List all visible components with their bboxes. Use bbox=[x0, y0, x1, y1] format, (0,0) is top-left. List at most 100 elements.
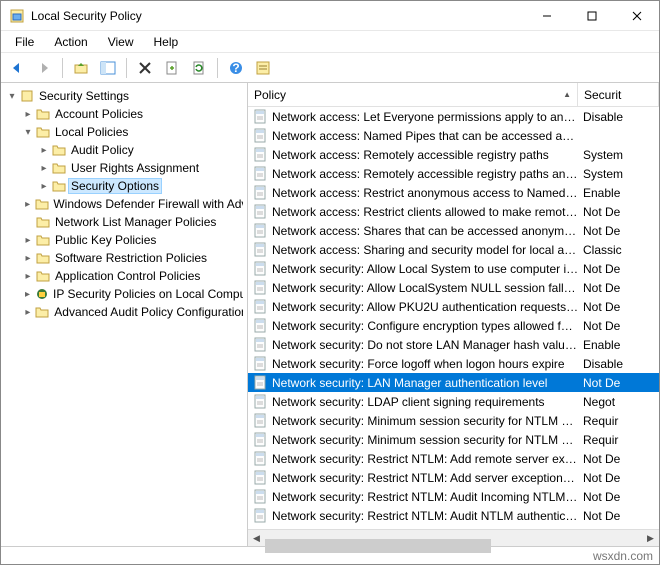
tree-label: Public Key Policies bbox=[55, 233, 156, 247]
policy-row[interactable]: Network security: Allow Local System to … bbox=[248, 259, 659, 278]
policy-setting: Not De bbox=[579, 490, 659, 504]
policy-row[interactable]: Network security: Allow PKU2U authentica… bbox=[248, 297, 659, 316]
policy-row[interactable]: Network security: Restrict NTLM: Audit N… bbox=[248, 506, 659, 525]
policy-row[interactable]: Network access: Restrict clients allowed… bbox=[248, 202, 659, 221]
menu-action[interactable]: Action bbox=[44, 33, 97, 51]
policy-row[interactable]: Network access: Let Everyone permissions… bbox=[248, 107, 659, 126]
expand-icon[interactable]: ▸ bbox=[37, 181, 51, 192]
tree-item[interactable]: ▾ Local Policies bbox=[5, 123, 247, 141]
policy-row[interactable]: Network security: Configure encryption t… bbox=[248, 316, 659, 335]
policy-name: Network access: Restrict clients allowed… bbox=[272, 205, 579, 219]
expand-icon[interactable]: ▸ bbox=[21, 109, 35, 120]
policy-setting: Requir bbox=[579, 433, 659, 447]
folder-icon bbox=[35, 124, 51, 140]
folder-icon bbox=[35, 106, 51, 122]
scroll-left-icon[interactable]: ◀ bbox=[248, 533, 265, 544]
menu-help[interactable]: Help bbox=[144, 33, 189, 51]
maximize-button[interactable] bbox=[569, 1, 614, 30]
tree-item[interactable]: ▸ Audit Policy bbox=[5, 141, 247, 159]
tree-label: Local Policies bbox=[55, 125, 128, 139]
menu-view[interactable]: View bbox=[98, 33, 144, 51]
policy-row[interactable]: Network security: Restrict NTLM: Add rem… bbox=[248, 449, 659, 468]
policy-setting: Not De bbox=[579, 509, 659, 523]
policy-row[interactable]: Network access: Shares that can be acces… bbox=[248, 221, 659, 240]
list-header: Policy▲ Securit bbox=[248, 83, 659, 107]
policy-row[interactable]: Network security: Allow LocalSystem NULL… bbox=[248, 278, 659, 297]
tree-item[interactable]: ▸IP Security Policies on Local Compute bbox=[5, 285, 247, 303]
close-button[interactable] bbox=[614, 1, 659, 30]
policy-row[interactable]: Network security: Minimum session securi… bbox=[248, 411, 659, 430]
policy-name: Network security: Allow Local System to … bbox=[272, 262, 579, 276]
tree-item[interactable]: ▸Network List Manager Policies bbox=[5, 213, 247, 231]
forward-button[interactable] bbox=[32, 56, 56, 80]
refresh-button[interactable] bbox=[187, 56, 211, 80]
navigation-tree[interactable]: ▾ Security Settings ▸Account Policies ▾ Lo… bbox=[1, 83, 248, 546]
tree-item[interactable]: ▸User Rights Assignment bbox=[5, 159, 247, 177]
expand-icon[interactable]: ▸ bbox=[21, 289, 34, 300]
policy-row[interactable]: Network access: Restrict anonymous acces… bbox=[248, 183, 659, 202]
tree-item[interactable]: ▸Windows Defender Firewall with Adva bbox=[5, 195, 247, 213]
expand-icon[interactable]: ▸ bbox=[21, 235, 35, 246]
export-button[interactable] bbox=[160, 56, 184, 80]
list-body[interactable]: Network access: Let Everyone permissions… bbox=[248, 107, 659, 529]
list-horizontal-scrollbar[interactable]: ◀ ▶ bbox=[248, 529, 659, 546]
expand-icon[interactable]: ▸ bbox=[21, 253, 35, 264]
tree-item[interactable]: ▸ Public Key Policies bbox=[5, 231, 247, 249]
tree-item[interactable]: ▸Advanced Audit Policy Configuration bbox=[5, 303, 247, 321]
back-button[interactable] bbox=[5, 56, 29, 80]
folder-icon bbox=[35, 268, 51, 284]
folder-icon bbox=[35, 232, 51, 248]
policy-name: Network access: Shares that can be acces… bbox=[272, 224, 579, 238]
policy-row[interactable]: Network access: Remotely accessible regi… bbox=[248, 164, 659, 183]
scroll-thumb[interactable] bbox=[265, 539, 491, 553]
policy-setting: Not De bbox=[579, 319, 659, 333]
policy-name: Network access: Let Everyone permissions… bbox=[272, 110, 579, 124]
svg-text:?: ? bbox=[232, 61, 239, 75]
tree-label: Audit Policy bbox=[71, 143, 134, 157]
help-button[interactable]: ? bbox=[224, 56, 248, 80]
policy-row[interactable]: Network access: Sharing and security mod… bbox=[248, 240, 659, 259]
expand-icon[interactable]: ▸ bbox=[21, 271, 35, 282]
tree-item[interactable]: ▸Account Policies bbox=[5, 105, 247, 123]
policy-row[interactable]: Network security: Minimum session securi… bbox=[248, 430, 659, 449]
show-hide-tree-button[interactable] bbox=[96, 56, 120, 80]
content-pane: ▾ Security Settings ▸Account Policies ▾ Lo… bbox=[1, 83, 659, 546]
policy-setting: Not De bbox=[579, 376, 659, 390]
policy-setting: Not De bbox=[579, 452, 659, 466]
policy-row[interactable]: Network security: Do not store LAN Manag… bbox=[248, 335, 659, 354]
properties-button[interactable] bbox=[251, 56, 275, 80]
policy-row[interactable]: Network access: Remotely accessible regi… bbox=[248, 145, 659, 164]
policy-row[interactable]: Network access: Named Pipes that can be … bbox=[248, 126, 659, 145]
policy-icon bbox=[251, 299, 269, 314]
tree-root[interactable]: ▾ Security Settings bbox=[5, 87, 247, 105]
policy-row[interactable]: Network security: Restrict NTLM: Add ser… bbox=[248, 468, 659, 487]
menu-file[interactable]: File bbox=[5, 33, 44, 51]
up-folder-button[interactable] bbox=[69, 56, 93, 80]
scroll-right-icon[interactable]: ▶ bbox=[642, 533, 659, 544]
expand-icon[interactable]: ▾ bbox=[5, 91, 19, 102]
window-title: Local Security Policy bbox=[31, 9, 524, 23]
expand-icon[interactable]: ▸ bbox=[21, 307, 35, 318]
policy-row[interactable]: Network security: LAN Manager authentica… bbox=[248, 373, 659, 392]
policy-setting: Disable bbox=[579, 110, 659, 124]
tree-item[interactable]: ▸Security Options bbox=[5, 177, 247, 195]
expand-icon[interactable]: ▸ bbox=[37, 145, 51, 156]
tree-item[interactable]: ▸ Software Restriction Policies bbox=[5, 249, 247, 267]
policy-icon bbox=[251, 508, 269, 523]
tree-item[interactable]: ▸Application Control Policies bbox=[5, 267, 247, 285]
policy-name: Network security: Minimum session securi… bbox=[272, 414, 579, 428]
policy-row[interactable]: Network security: Restrict NTLM: Audit I… bbox=[248, 487, 659, 506]
policy-row[interactable]: Network security: Force logoff when logo… bbox=[248, 354, 659, 373]
policy-setting: Not De bbox=[579, 300, 659, 314]
delete-button[interactable] bbox=[133, 56, 157, 80]
minimize-button[interactable] bbox=[524, 1, 569, 30]
policy-list: Policy▲ Securit Network access: Let Ever… bbox=[248, 83, 659, 546]
expand-icon[interactable]: ▸ bbox=[37, 163, 51, 174]
policy-name: Network security: LDAP client signing re… bbox=[272, 395, 579, 409]
column-security[interactable]: Securit bbox=[578, 83, 659, 106]
expand-icon[interactable]: ▾ bbox=[21, 127, 35, 138]
tree-label: Software Restriction Policies bbox=[55, 251, 207, 265]
policy-row[interactable]: Network security: LDAP client signing re… bbox=[248, 392, 659, 411]
expand-icon[interactable]: ▸ bbox=[21, 199, 34, 210]
column-policy[interactable]: Policy▲ bbox=[248, 83, 578, 106]
